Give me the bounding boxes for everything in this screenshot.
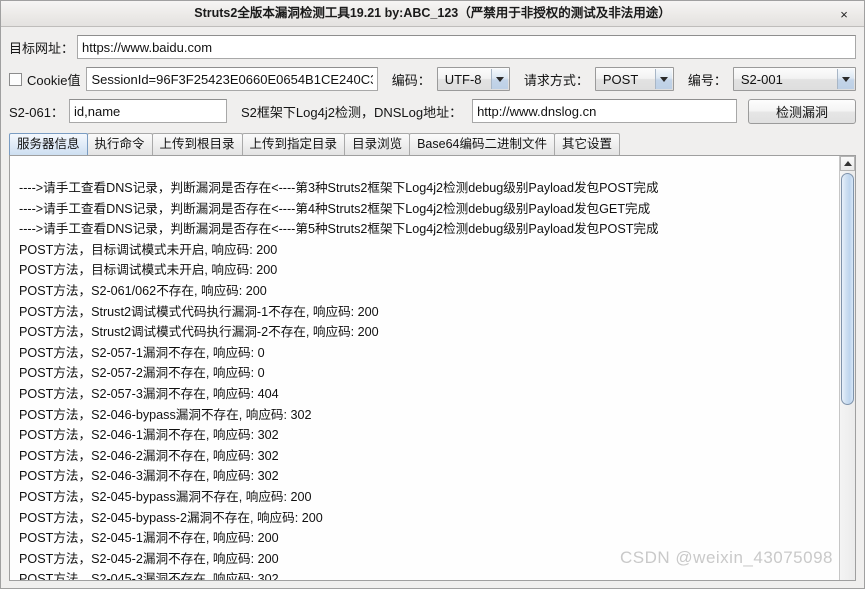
app-window: Struts2全版本漏洞检测工具19.21 by:ABC_123（严禁用于非授权… [0,0,865,589]
encoding-label: 编码： [391,72,431,88]
encoding-value: UTF-8 [444,71,482,87]
log-line: ---->请手工查看DNS记录，判断漏洞是否存在<----第5种Struts2框… [19,222,659,237]
log4j-dnslog-label: S2框架下Log4j2检测，DNSLog地址： [241,104,463,120]
log-line: POST方法，S2-045-bypass-2漏洞不存在, 响应码: 200 [19,510,323,525]
log-line: POST方法，S2-046-bypass漏洞不存在, 响应码: 302 [19,407,312,422]
tab-label: 上传到指定目录 [249,137,338,151]
tab-bar: 服务器信息 执行命令 上传到根目录 上传到指定目录 目录浏览 Base64编码二进制文件其… [1,129,864,155]
log-line: POST方法，S2-046-1漏洞不存在, 响应码: 302 [19,428,279,443]
s2061-row: S2-061： S2框架下Log4j2检测，DNSLog地址： 检测漏洞 [9,97,856,125]
cookie-row: Cookie值 编码： UTF-8 请求方式： POST 编号： S2-001 [9,65,856,93]
tab-label: 目录浏览 [352,137,403,151]
log-line: POST方法，S2-046-2漏洞不存在, 响应码: 302 [19,448,279,463]
cookie-input[interactable] [86,67,378,91]
dnslog-input[interactable] [472,99,737,123]
log-line: POST方法，S2-045-2漏洞不存在, 响应码: 200 [19,551,279,566]
cookie-checkbox[interactable] [9,72,22,86]
tab-1[interactable]: 执行命令 [86,133,153,155]
cookie-label: Cookie值 [27,72,81,88]
tab-5[interactable]: Base64编码二进制文件 [409,133,555,155]
tab-label: 上传到根目录 [159,137,235,151]
tab-label: 其它设置 [561,137,612,151]
window-title: Struts2全版本漏洞检测工具19.21 by:ABC_123（严禁用于非授权… [194,6,671,20]
s2061-label: S2-061： [9,104,64,120]
target-url-input[interactable] [77,35,856,59]
log-line: POST方法，目标调试模式未开启, 响应码: 200 [19,263,278,278]
target-url-label: 目标网址： [9,40,75,56]
tab-4[interactable]: 目录浏览 [344,133,411,155]
scrollbar-track[interactable] [840,171,855,580]
log-line: POST方法，S2-057-3漏洞不存在, 响应码: 404 [19,386,279,401]
scrollbar-thumb[interactable] [841,173,854,405]
log-line: POST方法，目标调试模式未开启, 响应码: 200 [19,242,278,257]
target-url-row: 目标网址： [9,33,856,61]
log-line: POST方法，Strust2调试模式代码执行漏洞-1不存在, 响应码: 200 [19,304,379,319]
close-icon[interactable]: × [830,3,858,25]
log-line: POST方法，S2-061/062不存在, 响应码: 200 [19,283,267,298]
chevron-down-icon [837,69,854,89]
log-line: ---->请手工查看DNS记录，判断漏洞是否存在<----第4种Struts2框… [19,201,651,216]
log-line: POST方法，S2-045-bypass漏洞不存在, 响应码: 200 [19,489,312,504]
tab-6[interactable]: 其它设置 [553,133,620,155]
log-line: POST方法，S2-057-2漏洞不存在, 响应码: 0 [19,366,265,381]
method-select[interactable]: POST [594,67,674,91]
log-scrollbar[interactable] [839,156,855,580]
detect-vulnerability-button[interactable]: 检测漏洞 [748,98,856,124]
form-area: 目标网址： Cookie值 编码： UTF-8 请求方式： POST 编号： S… [1,27,864,129]
log-line: POST方法，S2-045-1漏洞不存在, 响应码: 200 [19,531,279,546]
log-line: POST方法，S2-057-1漏洞不存在, 响应码: 0 [19,345,265,360]
scroll-up-icon[interactable] [840,156,855,171]
number-select[interactable]: S2-001 [732,67,856,91]
tab-label: Base64编码二进制文件 [417,137,547,151]
method-value: POST [602,71,639,87]
s2061-input[interactable] [69,99,227,123]
chevron-down-icon [654,69,672,89]
encoding-select[interactable]: UTF-8 [436,67,510,91]
chevron-down-icon [490,69,508,89]
log-output[interactable]: ---->请手工查看DNS记录，判断漏洞是否存在<----第3种Struts2框… [10,156,839,580]
log-line: POST方法，S2-045-3漏洞不存在, 响应码: 302 [19,572,279,580]
log-line: ---->请手工查看DNS记录，判断漏洞是否存在<----第3种Struts2框… [19,181,659,195]
method-label: 请求方式： [523,72,589,88]
title-bar: Struts2全版本漏洞检测工具19.21 by:ABC_123（严禁用于非授权… [1,1,864,27]
tab-3[interactable]: 上传到指定目录 [241,133,346,155]
log-panel-wrap: ---->请手工查看DNS记录，判断漏洞是否存在<----第3种Struts2框… [1,155,864,588]
number-value: S2-001 [740,71,783,87]
tab-label: 服务器信息 [17,137,80,151]
number-label: 编号： [687,72,727,88]
tab-label: 执行命令 [94,137,145,151]
log-panel: ---->请手工查看DNS记录，判断漏洞是否存在<----第3种Struts2框… [9,155,856,581]
tab-0[interactable]: 服务器信息 [9,133,88,155]
tab-2[interactable]: 上传到根目录 [151,133,243,155]
log-line: POST方法，Strust2调试模式代码执行漏洞-2不存在, 响应码: 200 [19,325,379,340]
log-line: POST方法，S2-046-3漏洞不存在, 响应码: 302 [19,469,279,484]
